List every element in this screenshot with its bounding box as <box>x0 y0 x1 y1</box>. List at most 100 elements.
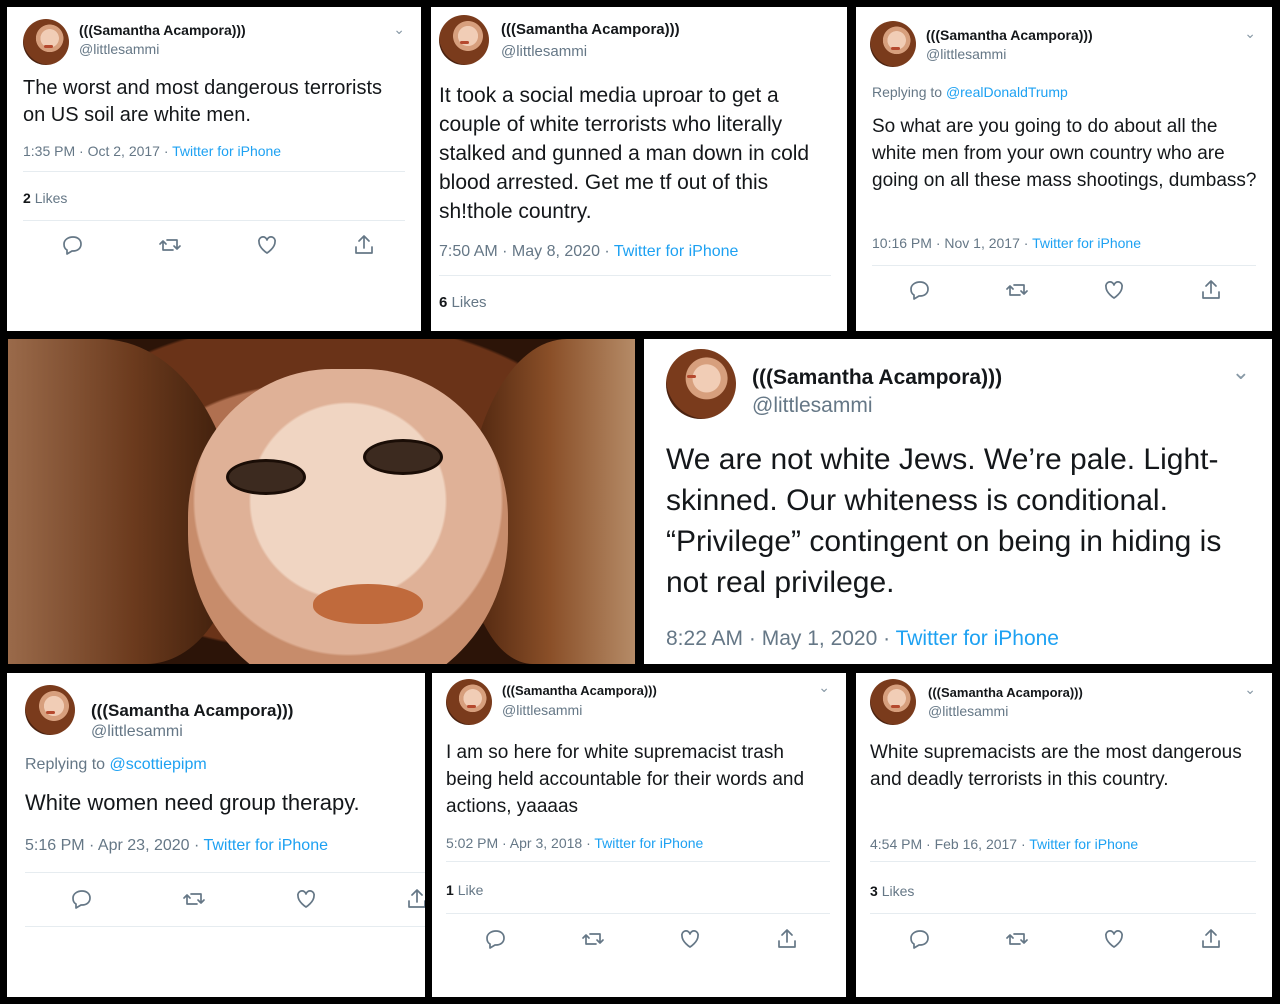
divider <box>25 926 425 927</box>
right-eye <box>363 439 443 475</box>
share-icon[interactable] <box>1199 278 1223 302</box>
author-handle[interactable]: @littlesammi <box>502 702 582 718</box>
chevron-down-icon[interactable]: ⌄ <box>1232 359 1250 385</box>
tweet-text: The worst and most dangerous terrorists … <box>23 77 383 126</box>
tweet-time[interactable]: 5:16 PM · Apr 23, 2020 · <box>25 837 203 854</box>
left-eye <box>226 459 306 495</box>
heart-icon[interactable] <box>294 887 318 911</box>
retweet-icon[interactable] <box>581 927 605 951</box>
tweet-actions <box>872 278 1256 306</box>
divider <box>23 171 405 172</box>
divider <box>25 872 425 873</box>
tweet-actions <box>870 927 1256 955</box>
divider <box>870 861 1256 862</box>
reply-icon[interactable] <box>908 278 932 302</box>
likes-count[interactable]: 3 Likes <box>870 883 914 899</box>
tweet-timestamp: 1:35 PM · Oct 2, 2017 · Twitter for iPho… <box>23 143 281 159</box>
tweet-source[interactable]: Twitter for iPhone <box>614 243 739 260</box>
chevron-down-icon[interactable]: ⌄ <box>1244 25 1256 42</box>
retweet-icon[interactable] <box>182 887 206 911</box>
avatar[interactable] <box>23 19 69 65</box>
tweet-card-3: (((Samantha Acampora))) @littlesammi ⌄ R… <box>856 7 1272 331</box>
tweet-source[interactable]: Twitter for iPhone <box>203 837 328 854</box>
tweet-card-5: (((Samantha Acampora))) @littlesammi Rep… <box>7 673 425 997</box>
tweet-card-7: (((Samantha Acampora))) @littlesammi ⌄ W… <box>856 673 1272 997</box>
tweet-text: It took a social media uproar to get a c… <box>439 84 810 223</box>
tweet-source[interactable]: Twitter for iPhone <box>896 627 1059 650</box>
share-icon[interactable] <box>1199 927 1223 951</box>
reply-icon[interactable] <box>61 233 85 257</box>
share-icon[interactable] <box>775 927 799 951</box>
author-name[interactable]: (((Samantha Acampora))) <box>928 685 1083 700</box>
chevron-down-icon[interactable]: ⌄ <box>1244 681 1256 698</box>
reply-icon[interactable] <box>70 887 94 911</box>
tweet-card-1: (((Samantha Acampora))) @littlesammi ⌄ T… <box>7 7 421 331</box>
tweet-time[interactable]: 5:02 PM · Apr 3, 2018 · <box>446 835 594 851</box>
tweet-timestamp: 8:22 AM · May 1, 2020 · Twitter for iPho… <box>666 627 1059 651</box>
divider <box>446 861 830 862</box>
heart-icon[interactable] <box>1102 927 1126 951</box>
tweet-source[interactable]: Twitter for iPhone <box>1032 235 1141 251</box>
chevron-down-icon[interactable]: ⌄ <box>393 21 405 38</box>
heart-icon[interactable] <box>678 927 702 951</box>
author-handle[interactable]: @littlesammi <box>91 723 183 741</box>
author-name[interactable]: (((Samantha Acampora))) <box>501 21 680 38</box>
tweet-time[interactable]: 10:16 PM · Nov 1, 2017 · <box>872 235 1032 251</box>
reply-icon[interactable] <box>908 927 932 951</box>
avatar[interactable] <box>870 679 916 725</box>
replying-to: Replying to @realDonaldTrump <box>872 84 1068 100</box>
tweet-timestamp: 5:02 PM · Apr 3, 2018 · Twitter for iPho… <box>446 835 703 851</box>
author-handle[interactable]: @littlesammi <box>928 703 1008 719</box>
tweet-source[interactable]: Twitter for iPhone <box>594 835 703 851</box>
avatar[interactable] <box>446 679 492 725</box>
likes-count[interactable]: 2 Likes <box>23 190 67 206</box>
tweet-time[interactable]: 4:54 PM · Feb 16, 2017 · <box>870 836 1029 852</box>
share-icon[interactable] <box>352 233 376 257</box>
author-name[interactable]: (((Samantha Acampora))) <box>79 22 246 38</box>
retweet-icon[interactable] <box>1005 927 1029 951</box>
avatar[interactable] <box>25 685 75 735</box>
tweet-card-6: (((Samantha Acampora))) @littlesammi ⌄ I… <box>432 673 846 997</box>
divider <box>870 913 1256 914</box>
tweet-time[interactable]: 7:50 AM · May 8, 2020 · <box>439 243 614 260</box>
heart-icon[interactable] <box>255 233 279 257</box>
tweet-card-2: (((Samantha Acampora))) @littlesammi It … <box>431 7 847 331</box>
tweet-source[interactable]: Twitter for iPhone <box>1029 836 1138 852</box>
author-name[interactable]: (((Samantha Acampora))) <box>91 701 293 721</box>
avatar[interactable] <box>666 349 736 419</box>
tweet-time[interactable]: 1:35 PM · Oct 2, 2017 · <box>23 143 172 159</box>
mention-link[interactable]: @scottiepipm <box>110 756 207 773</box>
tweet-text: We are not white Jews. We’re pale. Light… <box>666 443 1222 599</box>
tweet-text: White women need group therapy. <box>25 790 360 815</box>
likes-count[interactable]: 1 Like <box>446 882 483 898</box>
tweet-text: So what are you going to do about all th… <box>872 116 1257 191</box>
tweet-actions <box>446 927 830 955</box>
reply-icon[interactable] <box>484 927 508 951</box>
likes-count[interactable]: 6 Likes <box>439 294 487 311</box>
divider <box>439 275 831 276</box>
author-name[interactable]: (((Samantha Acampora))) <box>926 27 1093 43</box>
tweet-timestamp: 4:54 PM · Feb 16, 2017 · Twitter for iPh… <box>870 836 1138 852</box>
mention-link[interactable]: @realDonaldTrump <box>946 84 1068 100</box>
avatar[interactable] <box>439 15 489 65</box>
tweet-time[interactable]: 8:22 AM · May 1, 2020 · <box>666 627 896 650</box>
retweet-icon[interactable] <box>158 233 182 257</box>
retweet-icon[interactable] <box>1005 278 1029 302</box>
author-handle[interactable]: @littlesammi <box>926 46 1006 62</box>
author-name[interactable]: (((Samantha Acampora))) <box>752 366 1002 390</box>
tweet-timestamp: 10:16 PM · Nov 1, 2017 · Twitter for iPh… <box>872 235 1141 251</box>
lips <box>313 584 423 624</box>
author-handle[interactable]: @littlesammi <box>752 394 873 418</box>
author-handle[interactable]: @littlesammi <box>501 43 587 60</box>
avatar[interactable] <box>870 21 916 67</box>
author-handle[interactable]: @littlesammi <box>79 41 159 57</box>
author-name[interactable]: (((Samantha Acampora))) <box>502 683 657 698</box>
tweet-card-4: (((Samantha Acampora))) @littlesammi ⌄ W… <box>644 339 1272 664</box>
chevron-down-icon[interactable]: ⌄ <box>818 679 830 696</box>
tweet-source[interactable]: Twitter for iPhone <box>172 143 281 159</box>
tweet-text: I am so here for white supremacist trash… <box>446 742 805 817</box>
tweet-text: White supremacists are the most dangerou… <box>870 742 1242 790</box>
replying-to: Replying to @scottiepipm <box>25 756 207 773</box>
heart-icon[interactable] <box>1102 278 1126 302</box>
share-icon[interactable] <box>405 887 425 911</box>
